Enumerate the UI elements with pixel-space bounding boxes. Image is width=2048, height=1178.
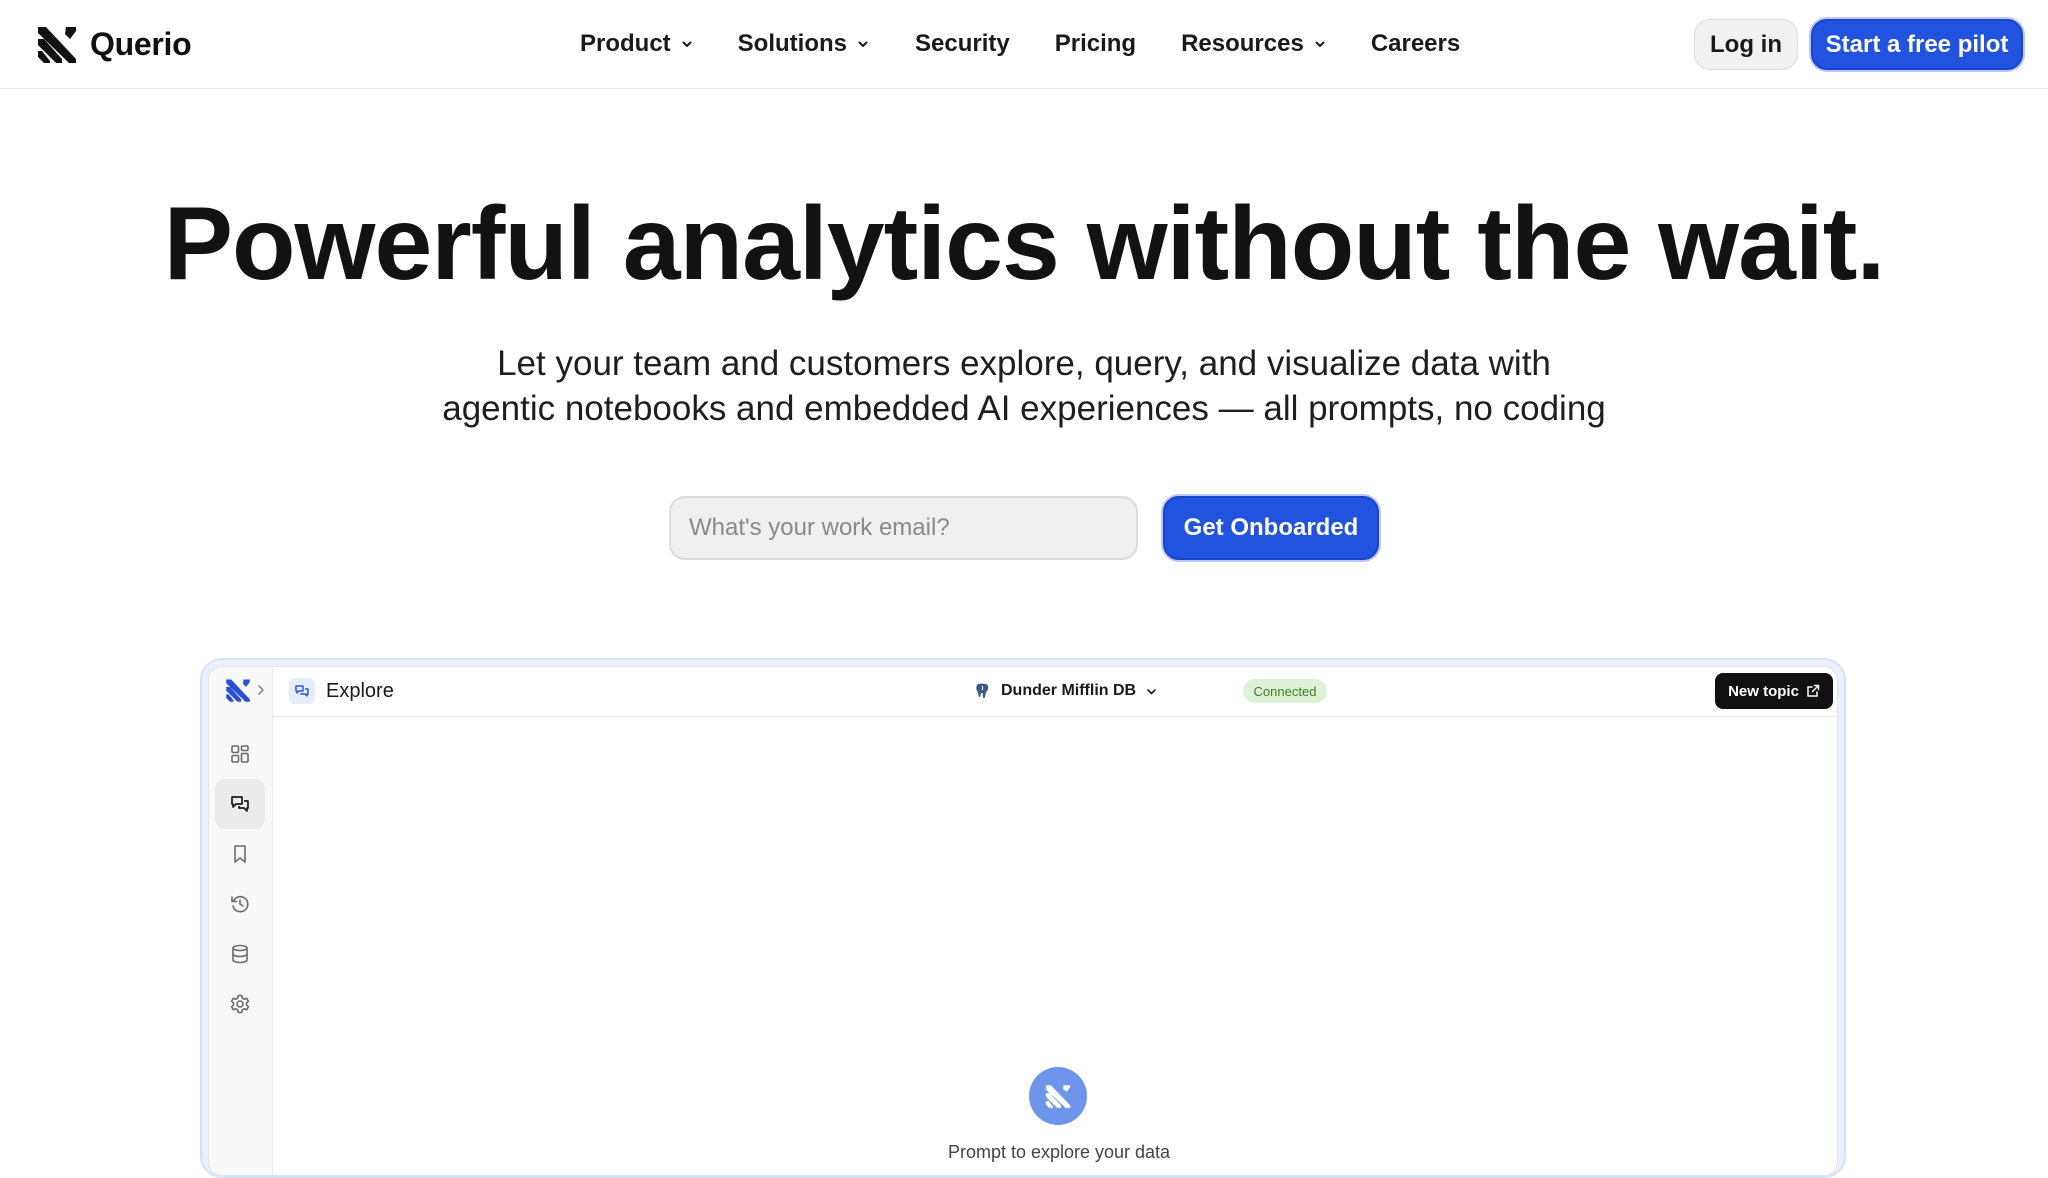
get-onboarded-button[interactable]: Get Onboarded xyxy=(1163,496,1379,560)
hero-title: Powerful analytics without the wait. xyxy=(163,186,1886,302)
postgres-elephant-icon xyxy=(976,683,989,699)
brand-name: Querio xyxy=(90,25,192,62)
app-sidebar xyxy=(209,667,273,1175)
main-nav: Product Solutions Security Pricing Resou… xyxy=(580,24,1460,64)
nav-product[interactable]: Product xyxy=(580,24,693,64)
nav-product-label: Product xyxy=(580,30,671,57)
explore-icon xyxy=(289,678,315,704)
top-navigation: Querio Product Solutions Security Pricin… xyxy=(0,0,2048,89)
empty-state-hint: Prompt to explore your data xyxy=(947,1142,1171,1162)
database-selector[interactable]: Dunder Mifflin DB xyxy=(973,679,1157,703)
chevron-down-icon xyxy=(857,38,869,50)
nav-pricing-label: Pricing xyxy=(1054,30,1137,57)
querio-badge-icon xyxy=(1029,1067,1087,1125)
settings-icon[interactable] xyxy=(215,979,265,1029)
new-topic-button[interactable]: New topic xyxy=(1715,673,1833,709)
connection-status-badge: Connected xyxy=(1243,679,1327,703)
chevron-down-icon xyxy=(681,38,693,50)
chevron-down-icon xyxy=(1314,38,1326,50)
nav-careers-label: Careers xyxy=(1370,30,1461,57)
nav-pricing[interactable]: Pricing xyxy=(1055,24,1136,64)
nav-resources-label: Resources xyxy=(1181,30,1304,57)
nav-resources[interactable]: Resources xyxy=(1181,24,1326,64)
work-email-input[interactable] xyxy=(669,496,1138,560)
hero-subtitle-line-2: agentic notebooks and embedded AI experi… xyxy=(442,389,1606,428)
querio-logo-icon[interactable] xyxy=(225,677,251,703)
external-link-icon xyxy=(1807,684,1820,697)
chevron-right-icon[interactable] xyxy=(256,684,266,696)
dashboard-grid-icon[interactable] xyxy=(215,729,265,779)
app-preview: Explore Dunder Mifflin DB Connected New … xyxy=(208,666,1838,1176)
nav-security[interactable]: Security xyxy=(915,24,1010,64)
querio-logo-icon xyxy=(38,27,76,63)
hero-subtitle-line-1: Let your team and customers explore, que… xyxy=(497,344,1551,383)
database-name: Dunder Mifflin DB xyxy=(1001,682,1137,699)
section-title: Explore xyxy=(326,680,394,702)
nav-solutions[interactable]: Solutions xyxy=(738,24,869,64)
nav-solutions-label: Solutions xyxy=(737,30,847,57)
nav-security-label: Security xyxy=(915,30,1010,57)
history-icon[interactable] xyxy=(215,879,265,929)
start-free-pilot-button[interactable]: Start a free pilot xyxy=(1811,19,2023,70)
brand-logo-link[interactable]: Querio xyxy=(36,22,192,66)
database-icon[interactable] xyxy=(215,929,265,979)
bookmark-icon[interactable] xyxy=(215,829,265,879)
new-topic-label: New topic xyxy=(1728,682,1799,700)
login-button[interactable]: Log in xyxy=(1694,19,1798,70)
app-header: Explore Dunder Mifflin DB Connected New … xyxy=(273,667,1837,717)
chat-icon[interactable] xyxy=(215,779,265,829)
chevron-down-icon xyxy=(1147,688,1156,694)
nav-careers[interactable]: Careers xyxy=(1371,24,1460,64)
